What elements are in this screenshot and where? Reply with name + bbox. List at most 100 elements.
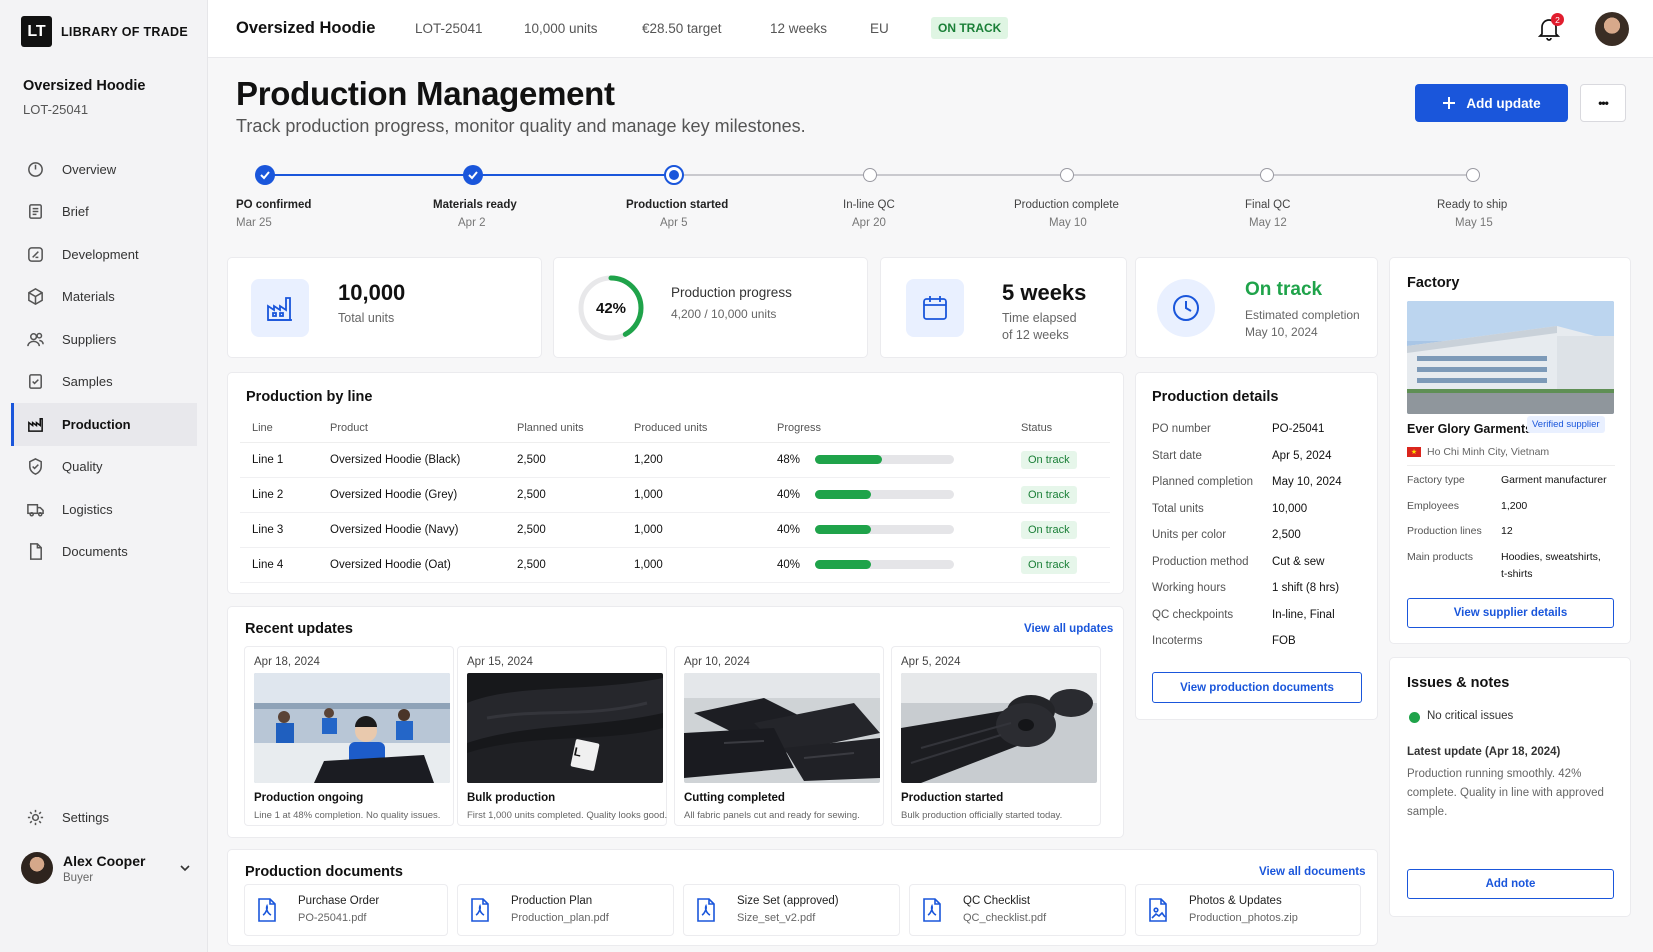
- sidebar-item-brief[interactable]: Brief: [11, 191, 197, 234]
- more-options-button[interactable]: •••: [1580, 84, 1626, 122]
- materials-icon: [28, 288, 43, 306]
- update-title: Bulk production: [467, 792, 556, 804]
- detail-value: In-line, Final: [1272, 608, 1335, 621]
- document-item[interactable]: Size Set (approved) Size_set_v2.pdf: [683, 884, 900, 936]
- settings-label: Settings: [62, 810, 109, 825]
- milestone-date: Mar 25: [236, 217, 272, 229]
- logistics-icon: [27, 503, 44, 517]
- document-name: Size Set (approved): [737, 895, 839, 907]
- document-item[interactable]: Purchase Order PO-25041.pdf: [244, 884, 448, 936]
- detail-value: 2,500: [1272, 529, 1301, 542]
- avatar[interactable]: [1595, 12, 1629, 46]
- update-card[interactable]: Apr 18, 2024 Production ongoing Line 1 a…: [244, 646, 454, 826]
- milestone-dot-done: [463, 165, 483, 185]
- milestone-label: Final QC: [1245, 199, 1291, 211]
- section-title: Factory: [1407, 275, 1460, 291]
- planned-cell: 2,500: [517, 442, 634, 478]
- document-item[interactable]: Production Plan Production_plan.pdf: [457, 884, 674, 936]
- sidebar-item-samples[interactable]: Samples: [11, 361, 197, 404]
- view-supplier-details-button[interactable]: View supplier details: [1407, 598, 1614, 628]
- detail-row: Total units 10,000: [1152, 496, 1367, 523]
- line-cell: Line 3: [240, 512, 330, 548]
- detail-row: Planned completion May 10, 2024: [1152, 469, 1367, 496]
- detail-value: Garment manufacturer: [1501, 474, 1607, 486]
- sidebar-item-documents[interactable]: Documents: [11, 531, 197, 574]
- progress-detail: 4,200 / 10,000 units: [671, 307, 777, 321]
- factory-photo: [1407, 301, 1614, 414]
- status-value: On track: [1245, 279, 1323, 300]
- add-update-button[interactable]: Add update: [1415, 84, 1568, 122]
- total-units-card: 10,000 Total units: [227, 257, 542, 358]
- detail-key: Planned completion: [1152, 476, 1254, 489]
- detail-value: 1,200: [1501, 499, 1528, 512]
- image-file-icon: [1149, 898, 1167, 922]
- sidebar-item-suppliers[interactable]: Suppliers: [11, 318, 197, 361]
- detail-value: Cut & sew: [1272, 555, 1325, 568]
- quality-icon: [29, 458, 42, 476]
- detail-key: Total units: [1152, 502, 1204, 515]
- update-card[interactable]: Apr 10, 2024 Cutting completed All fabri…: [674, 646, 884, 826]
- status-card: On track Estimated completion May 10, 20…: [1135, 257, 1378, 358]
- add-note-button[interactable]: Add note: [1407, 869, 1614, 899]
- sidebar-item-quality[interactable]: Quality: [11, 446, 197, 489]
- sidebar-item-logistics[interactable]: Logistics: [11, 488, 197, 531]
- document-item[interactable]: Photos & Updates Production_photos.zip: [1135, 884, 1361, 936]
- detail-row: Incoterms FOB: [1152, 628, 1367, 655]
- factory-icon: [251, 279, 309, 337]
- brand-logo[interactable]: LT LIBRARY OF TRADE: [21, 16, 188, 47]
- table-row[interactable]: Line 2 Oversized Hoodie (Grey) 2,500 1,000 4…: [240, 477, 1110, 513]
- view-all-documents-link[interactable]: View all documents: [1259, 866, 1366, 878]
- detail-key: Production method: [1152, 555, 1249, 568]
- milestone-date: May 12: [1249, 217, 1287, 229]
- sidebar-item-production[interactable]: Production: [11, 403, 197, 446]
- factory-location: Ho Chi Minh City, Vietnam: [1427, 446, 1550, 458]
- latest-update-line: sample.: [1407, 806, 1448, 818]
- project-info: Oversized Hoodie LOT-25041: [23, 78, 145, 117]
- line-cell: Line 1: [240, 442, 330, 478]
- milestone-dot-done: [255, 165, 275, 185]
- document-item[interactable]: QC Checklist QC_checklist.pdf: [909, 884, 1126, 936]
- brief-icon: [29, 204, 42, 220]
- view-production-documents-button[interactable]: View production documents: [1152, 672, 1362, 703]
- avatar: [21, 852, 53, 884]
- sidebar-item-label: Development: [62, 246, 139, 262]
- detail-key: Start date: [1152, 449, 1202, 462]
- lot-code: LOT-25041: [415, 21, 483, 36]
- update-date: Apr 15, 2024: [467, 656, 533, 668]
- issues-notes-card: Issues & notes No critical issues Latest…: [1389, 657, 1631, 917]
- update-card[interactable]: Apr 15, 2024 L Bulk production First 1,0…: [457, 646, 667, 826]
- detail-key: Employees: [1407, 499, 1459, 512]
- production-by-line-card: Production by line Line Product Planned …: [227, 372, 1124, 594]
- divider: [1407, 465, 1615, 466]
- produced-cell: 1,000: [634, 547, 777, 583]
- table-row[interactable]: Line 3 Oversized Hoodie (Navy) 2,500 1,000 4…: [240, 512, 1110, 548]
- status-badge: ON TRACK: [931, 17, 1009, 39]
- product-cell: Oversized Hoodie (Navy): [330, 512, 517, 548]
- documents-icon: [29, 543, 42, 561]
- progress-label: Production progress: [671, 285, 792, 300]
- table-row[interactable]: Line 1 Oversized Hoodie (Black) 2,500 1,200…: [240, 442, 1110, 478]
- update-photo-fabric-rolls: [901, 673, 1097, 783]
- units-meta: 10,000 units: [524, 21, 598, 36]
- user-menu[interactable]: Alex Cooper Buyer: [21, 852, 191, 884]
- sidebar-item-materials[interactable]: Materials: [11, 276, 197, 319]
- table-row[interactable]: Line 4 Oversized Hoodie (Oat) 2,500 1,000 40…: [240, 547, 1110, 583]
- update-photo-hoodie: [467, 673, 663, 783]
- more-icon: •••: [1598, 96, 1609, 110]
- update-photo-cutting: [684, 673, 880, 783]
- factory-detail-row: Production lines 12: [1407, 521, 1615, 547]
- view-all-updates-link[interactable]: View all updates: [1024, 623, 1113, 635]
- detail-row: Start date Apr 5, 2024: [1152, 443, 1367, 470]
- update-card[interactable]: Apr 5, 2024 Production started Bulk prod…: [891, 646, 1101, 826]
- progress-percent: 40%: [777, 558, 801, 571]
- section-title: Issues & notes: [1407, 675, 1510, 691]
- check-icon: [468, 171, 478, 180]
- detail-row: Units per color 2,500: [1152, 522, 1367, 549]
- sidebar-item-overview[interactable]: Overview: [11, 148, 197, 191]
- milestone-dot-pending: [863, 168, 877, 182]
- sidebar-item-settings[interactable]: Settings: [26, 808, 109, 827]
- document-file: Production_plan.pdf: [511, 912, 609, 924]
- sidebar-item-label: Documents: [62, 544, 128, 560]
- milestone-dot-current: [664, 165, 684, 185]
- sidebar-item-development[interactable]: Development: [11, 233, 197, 276]
